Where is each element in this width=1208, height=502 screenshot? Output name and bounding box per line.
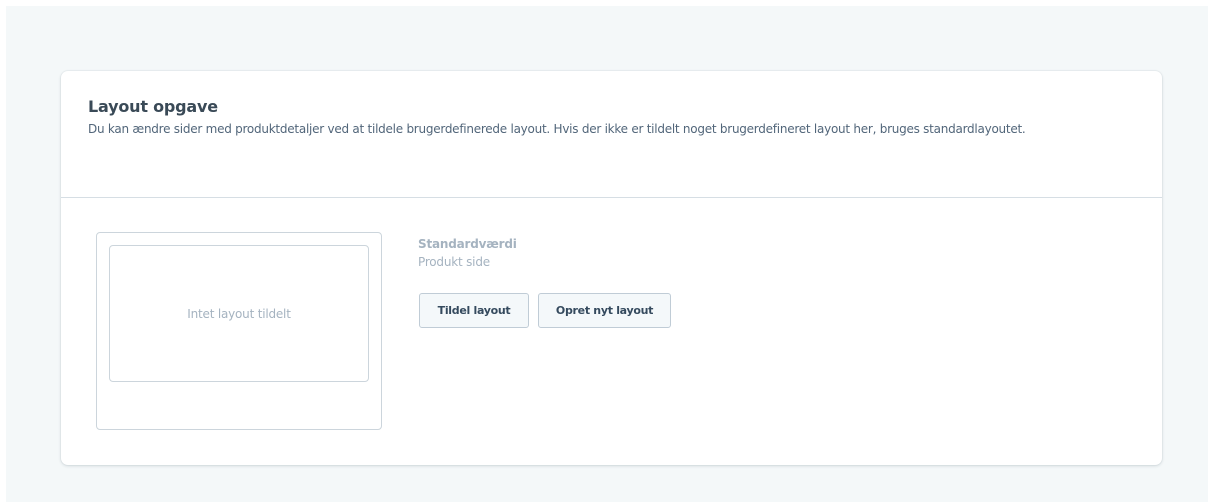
card-description: Du kan ændre sider med produktdetaljer v… xyxy=(88,122,1026,136)
page-background: Layout opgave Du kan ændre sider med pro… xyxy=(6,6,1208,502)
create-new-layout-button[interactable]: Opret nyt layout xyxy=(538,293,671,328)
layout-assignment-card: Layout opgave Du kan ændre sider med pro… xyxy=(61,71,1162,465)
card-title: Layout opgave xyxy=(88,97,218,116)
page-type-label: Produkt side xyxy=(418,255,490,269)
layout-preview: Intet layout tildelt xyxy=(96,232,382,430)
assign-layout-button[interactable]: Tildel layout xyxy=(419,293,529,328)
assignment-info: Standardværdi Produkt side xyxy=(418,236,517,272)
layout-preview-placeholder: Intet layout tildelt xyxy=(109,245,369,382)
no-layout-assigned-text: Intet layout tildelt xyxy=(187,306,291,321)
card-header: Layout opgave Du kan ændre sider med pro… xyxy=(61,71,1162,198)
default-value-label: Standardværdi xyxy=(418,237,517,251)
